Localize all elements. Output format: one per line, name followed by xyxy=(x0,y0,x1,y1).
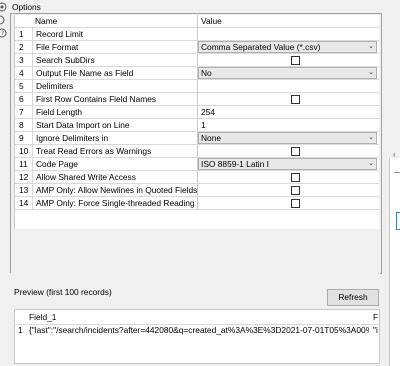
option-row[interactable]: 10 Treat Read Errors as Warnings xyxy=(15,145,379,158)
option-dropdown[interactable]: Comma Separated Value (*.csv) ⌄ xyxy=(198,41,377,53)
option-checkbox[interactable] xyxy=(291,56,300,65)
option-value-cell[interactable]: 254 xyxy=(197,106,379,118)
grid-header: Name Value xyxy=(15,15,379,28)
dropdown-value: ISO 8859-1 Latin I xyxy=(201,159,269,169)
option-row-number: 11 xyxy=(19,159,28,169)
option-row-number: 5 xyxy=(19,81,24,91)
option-checkbox[interactable] xyxy=(291,147,300,156)
option-name: First Row Contains Field Names xyxy=(32,93,197,105)
option-name: Field Length xyxy=(32,106,197,118)
option-name: AMP Only: Force Single-threaded Reading xyxy=(32,197,197,209)
option-row[interactable]: 13 AMP Only: Allow Newlines in Quoted Fie… xyxy=(15,184,379,197)
name-column-header: Name xyxy=(35,16,58,26)
option-name: Ignore Delimiters in xyxy=(32,132,197,144)
option-row-number: 10 xyxy=(19,146,29,156)
preview-row[interactable]: 1 {"last":"/search/incidents?after=44208… xyxy=(15,324,379,337)
option-name: AMP Only: Allow Newlines in Quoted Field… xyxy=(32,184,197,196)
dropdown-value: Comma Separated Value (*.csv) xyxy=(201,42,321,52)
help-icon[interactable]: ? xyxy=(0,27,9,39)
option-row-number: 6 xyxy=(19,94,24,104)
dropdown-value: No xyxy=(201,68,212,78)
option-row[interactable]: 1 Record Limit xyxy=(15,28,379,41)
option-row-number: 8 xyxy=(19,120,24,130)
option-row-number: 4 xyxy=(19,68,24,78)
option-value-cell[interactable] xyxy=(197,93,379,105)
dropdown-value: None xyxy=(201,133,222,143)
option-dropdown[interactable]: No ⌄ xyxy=(198,67,377,79)
panel-splitter[interactable] xyxy=(10,273,380,283)
option-row[interactable]: 14 AMP Only: Force Single-threaded Readin… xyxy=(15,197,379,210)
refresh-icon[interactable] xyxy=(0,14,9,26)
preview-cell[interactable]: {"last":"/search/incidents?after=442080&… xyxy=(29,325,369,335)
option-row-number: 9 xyxy=(19,133,24,143)
preview-column-header[interactable]: F xyxy=(373,312,378,322)
grid-empty-area xyxy=(14,229,378,270)
option-row-number: 14 xyxy=(19,198,29,208)
option-row[interactable]: 12 Allow Shared Write Access xyxy=(15,171,379,184)
option-name: Treat Read Errors as Warnings xyxy=(32,145,197,157)
option-row-number: 2 xyxy=(19,42,24,52)
option-value-cell[interactable]: 1 xyxy=(197,119,379,131)
option-value-cell[interactable] xyxy=(197,171,379,183)
preview-table: Field_1 F 1 {"last":"/search/incidents?a… xyxy=(14,309,380,364)
value-column-header: Value xyxy=(197,15,379,27)
option-name: Allow Shared Write Access xyxy=(32,171,197,183)
option-checkbox[interactable] xyxy=(291,186,300,195)
option-value-cell[interactable] xyxy=(197,80,379,92)
option-row-number: 1 xyxy=(19,29,24,39)
option-checkbox[interactable] xyxy=(291,199,300,208)
option-name: Record Limit xyxy=(32,28,197,40)
right-panel-tab[interactable] xyxy=(396,212,400,230)
option-value-cell[interactable] xyxy=(197,28,379,40)
option-name: Output File Name as Field xyxy=(32,67,197,79)
chevron-down-icon[interactable]: ⌄ xyxy=(368,133,374,143)
right-side-panel xyxy=(389,158,400,366)
option-row[interactable]: 7 Field Length 254 xyxy=(15,106,379,119)
option-dropdown[interactable]: None ⌄ xyxy=(198,132,377,144)
option-row[interactable]: 9 Ignore Delimiters in None ⌄ xyxy=(15,132,379,145)
preview-cell[interactable]: "i xyxy=(373,325,378,335)
preview-row-number: 1 xyxy=(18,325,23,335)
option-value-cell[interactable] xyxy=(197,54,379,66)
options-grid: Name Value 1 Record Limit 2 File Format Comm… xyxy=(14,15,379,229)
option-row[interactable]: 6 First Row Contains Field Names xyxy=(15,93,379,106)
preview-header: Field_1 F xyxy=(15,310,379,325)
option-name: Code Page xyxy=(32,158,197,170)
options-title: Options xyxy=(12,2,41,12)
option-row-number: 7 xyxy=(19,107,24,117)
option-dropdown[interactable]: ISO 8859-1 Latin I ⌄ xyxy=(198,158,377,170)
option-row-number: 13 xyxy=(19,185,29,195)
chevron-down-icon[interactable]: ⌄ xyxy=(368,159,374,169)
right-panel-divider xyxy=(394,172,400,173)
settings-icon[interactable] xyxy=(0,1,9,13)
option-checkbox[interactable] xyxy=(291,173,300,182)
option-row-number: 3 xyxy=(19,55,24,65)
svg-text:?: ? xyxy=(1,30,4,37)
option-name: Delimiters xyxy=(32,80,197,92)
chevron-down-icon[interactable]: ⌄ xyxy=(368,42,374,52)
option-row[interactable]: 11 Code Page ISO 8859-1 Latin I ⌄ xyxy=(15,158,379,171)
left-toolbar: ? xyxy=(0,0,9,366)
option-name: Search SubDirs xyxy=(32,54,197,66)
option-row[interactable]: 2 File Format Comma Separated Value (*.csv… xyxy=(15,41,379,54)
option-row-number: 12 xyxy=(19,172,29,182)
chevron-down-icon[interactable]: ⌄ xyxy=(368,68,374,78)
option-row[interactable]: 5 Delimiters xyxy=(15,80,379,93)
refresh-button[interactable]: Refresh xyxy=(327,289,379,306)
option-name: Start Data Import on Line xyxy=(32,119,197,131)
option-value-cell[interactable] xyxy=(197,184,379,196)
option-row[interactable]: 3 Search SubDirs xyxy=(15,54,379,67)
option-name: File Format xyxy=(32,41,197,53)
option-value-cell[interactable] xyxy=(197,145,379,157)
preview-title: Preview (first 100 records) xyxy=(14,287,112,297)
preview-column-header[interactable]: Field_1 xyxy=(29,312,56,322)
option-row[interactable]: 4 Output File Name as Field No ⌄ xyxy=(15,67,379,80)
option-value-cell[interactable] xyxy=(197,197,379,209)
option-row[interactable]: 8 Start Data Import on Line 1 xyxy=(15,119,379,132)
option-checkbox[interactable] xyxy=(291,95,300,104)
